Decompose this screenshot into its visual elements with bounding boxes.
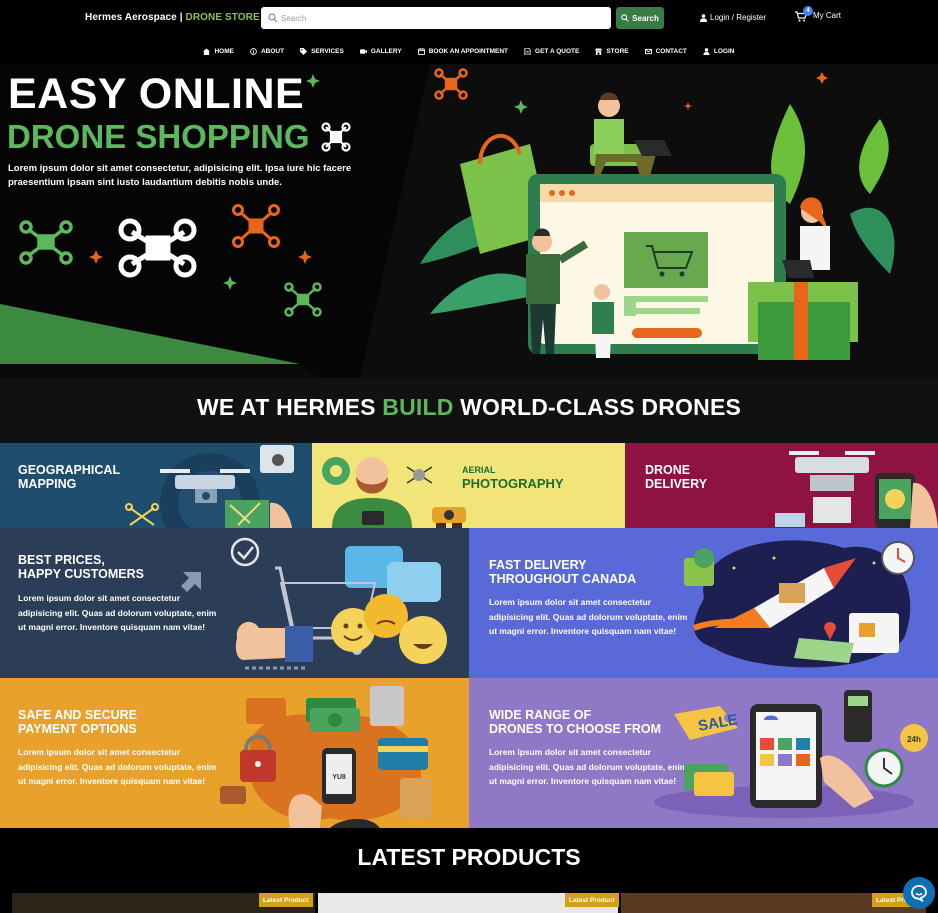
brand-name: Hermes Aerospace [85,12,177,23]
service-mapping-title: GEOGRAPHICAL MAPPING [18,463,121,491]
online-shopping-illustration [420,92,895,360]
nav-store[interactable]: STORE [587,38,636,64]
section-headline: WE AT HERMES BUILD WORLD-CLASS DRONES [0,394,938,421]
headline-part3: WORLD-CLASS DRONES [453,394,742,420]
service-tile-mapping[interactable]: GEOGRAPHICAL MAPPING [0,443,312,528]
my-cart-label: My Cart [813,11,841,20]
nav-contact-label: CONTACT [655,47,687,55]
feature-wide-range: WIDE RANGE OF DRONES TO CHOOSE FROM Lore… [469,678,938,828]
feature-secure-payment: SAFE AND SECURE PAYMENT OPTIONS Lorem ip… [0,678,469,828]
nav-gallery-label: GALLERY [370,47,402,55]
feature-best-prices-title: BEST PRICES, HAPPY CUSTOMERS [18,553,144,581]
drone-icon [284,282,322,317]
nav-about-label: ABOUT [260,47,285,55]
nav-home[interactable]: HOME [195,38,242,64]
product-badge-2: Latest Product [565,893,619,907]
feature-wide-range-title: WIDE RANGE OF DRONES TO CHOOSE FROM [489,708,662,736]
nav-get-quote-label: GET A QUOTE [535,47,580,55]
nav-book-appointment-label: BOOK AN APPOINTMENT [428,47,509,55]
feature-secure-payment-title: SAFE AND SECURE PAYMENT OPTIONS [18,708,137,736]
mapping-drone-illustration [125,445,294,528]
cart-count-badge: 4 [803,6,813,16]
drone-icon [19,220,73,265]
brand-store: DRONE STORE [185,12,260,23]
nav-login[interactable]: LOGIN [695,38,743,64]
happy-customers-illustration [181,537,447,670]
feature-fast-delivery-title: FAST DELIVERY THROUGHOUT CANADA [489,558,637,586]
calendar-icon [417,47,425,55]
service-tile-delivery[interactable]: DRONE DELIVERY [625,443,938,528]
my-cart-link[interactable]: My Cart [795,11,841,22]
nav-get-quote[interactable]: GET A QUOTE [516,38,587,64]
nav-services[interactable]: SERVICES [292,38,352,64]
delivery-drone-illustration [775,451,938,528]
latest-products-title: LATEST PRODUCTS [357,844,581,870]
user-icon [703,47,710,55]
product-range-illustration: SALE 24h [654,690,928,818]
feature-best-prices: BEST PRICES, HAPPY CUSTOMERS Lorem ipsum… [0,528,469,678]
photo-drone-icon [432,507,466,528]
nav-services-label: SERVICES [311,47,344,55]
store-icon [595,47,603,55]
document-icon [524,47,531,55]
nav-store-label: STORE [606,47,629,55]
brand-logo[interactable]: Hermes Aerospace | DRONE STORE [85,12,260,23]
user-icon [700,13,707,22]
search-button-icon [621,14,629,22]
camera-icon [359,48,367,54]
home-icon [203,47,211,55]
hero-banner: EASY ONLINE DRONE SHOPPING Lorem ipsum d… [0,64,938,378]
chat-button[interactable] [903,877,935,909]
info-icon [250,47,257,55]
feature-fast-delivery-text: Lorem ipsum dolor sit amet consectetur a… [489,597,688,636]
nav-about[interactable]: ABOUT [242,38,292,64]
clock-badge-text: 24h [907,735,921,744]
brand-separator: | [176,12,186,23]
headline-part1: WE AT HERMES [196,394,383,420]
drone-icon [232,204,280,248]
product-badge-1: Latest Product [259,893,313,907]
vault-screen-text: YU8 [332,774,346,781]
search-input[interactable] [261,7,611,29]
top-bar: Hermes Aerospace | DRONE STORE Search Lo… [0,0,938,36]
service-delivery-title: DRONE DELIVERY [645,463,708,491]
payment-security-illustration: YU8 [220,686,432,828]
search-button-label: Search [632,13,659,23]
login-register-label: Login / Register [710,13,767,22]
nav-book-appointment[interactable]: BOOK AN APPOINTMENT [410,38,516,64]
feature-fast-delivery: FAST DELIVERY THROUGHOUT CANADA Lorem ip… [469,528,938,678]
search-button[interactable]: Search [616,7,664,29]
drone-icon [321,122,351,152]
feature-secure-payment-text: Lorem ipsum dolor sit amet consectetur a… [18,747,217,786]
main-nav: HOME ABOUT SERVICES GALLERY BOOK AN APPO… [0,38,938,64]
chat-icon [911,885,927,902]
drone-icon [118,218,197,278]
headline-highlight: BUILD [382,394,454,420]
login-register-link[interactable]: Login / Register [700,13,766,22]
envelope-icon [644,48,652,54]
tag-icon [300,47,308,55]
nav-gallery[interactable]: GALLERY [352,38,410,64]
nav-contact[interactable]: CONTACT [637,38,695,64]
search-icon [268,13,278,23]
nav-home-label: HOME [214,47,234,55]
service-tile-photography[interactable]: AERIAL PHOTOGRAPHY [312,443,625,528]
nav-login-label: LOGIN [713,47,735,55]
rocket-delivery-illustration [684,540,915,668]
